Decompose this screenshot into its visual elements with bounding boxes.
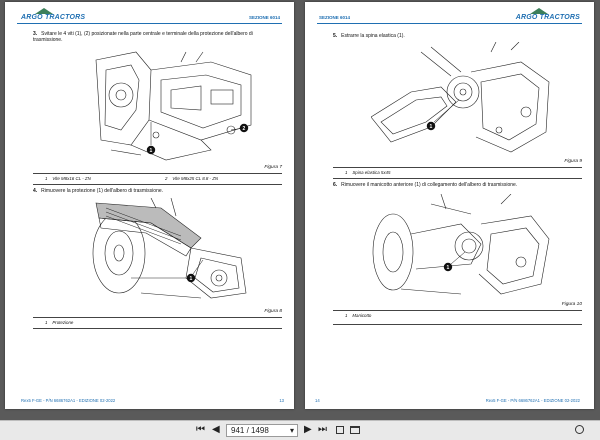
page-header: ARGO TRACTORS SEZIONE 6014 bbox=[17, 7, 282, 24]
section-label: SEZIONE 6014 bbox=[248, 15, 280, 20]
document-page-left: ARGO TRACTORS SEZIONE 6014 3. Svitare le … bbox=[5, 2, 294, 409]
figure-10-caption: Figura 10 bbox=[561, 302, 582, 307]
figure-9-illustration: 1 bbox=[371, 42, 551, 160]
divider bbox=[33, 328, 282, 329]
divider bbox=[33, 184, 282, 185]
section-label: SEZIONE 6014 bbox=[319, 15, 351, 20]
fit-page-icon[interactable] bbox=[336, 426, 344, 434]
document-page-right: SEZIONE 6014 ARGO TRACTORS 5. Estrarre la… bbox=[305, 2, 594, 409]
step-4: 4. Rimuovere la protezione (1) dell'alber… bbox=[33, 188, 283, 194]
callout-1: 1 bbox=[150, 148, 153, 154]
legend-item: 1 Spina elastica 5x45 bbox=[345, 170, 391, 175]
argo-logo: ARGO TRACTORS bbox=[516, 8, 580, 21]
previous-page-icon[interactable]: ◀ bbox=[212, 424, 220, 436]
sleeve-drawing: 1 bbox=[372, 194, 550, 295]
figure-7-caption: Figura 7 bbox=[264, 165, 282, 170]
legend-item: 1 Manicotto bbox=[345, 313, 372, 318]
driveshaft-guard-drawing: 1 bbox=[92, 198, 247, 299]
zoom-icon[interactable] bbox=[575, 425, 584, 434]
step-text: Rimuovere il manicotto anteriore (1) di … bbox=[341, 182, 518, 188]
legend-item: 1 Vite M8x16 CL - ZN bbox=[45, 176, 91, 181]
step-text: Svitare le 4 viti (1), (2) posizionate n… bbox=[33, 31, 253, 44]
page-number: 14 bbox=[315, 398, 320, 403]
callout-2: 2 bbox=[243, 126, 246, 132]
page-number: 13 bbox=[279, 398, 284, 403]
step-6: 6. Rimuovere il manicotto anteriore (1) d… bbox=[333, 182, 583, 188]
divider bbox=[333, 167, 582, 168]
divider bbox=[33, 317, 282, 318]
page-number-field[interactable]: 941 / 1498 ▾ bbox=[226, 424, 298, 437]
figure-10-illustration: 1 bbox=[371, 194, 551, 302]
fit-width-icon[interactable] bbox=[350, 426, 360, 434]
logo-text: ARGO TRACTORS bbox=[515, 14, 580, 21]
page-indicator: 941 / 1498 bbox=[231, 426, 269, 435]
divider bbox=[333, 310, 582, 311]
figure-8-illustration: 1 bbox=[91, 198, 251, 304]
step-number: 3. bbox=[33, 31, 38, 37]
page-header: SEZIONE 6014 ARGO TRACTORS bbox=[317, 7, 582, 24]
callout-1: 1 bbox=[447, 265, 450, 271]
divider bbox=[33, 173, 282, 174]
engine-drawing: 1 2 bbox=[95, 51, 252, 161]
logo-text: ARGO TRACTORS bbox=[21, 14, 86, 21]
step-5: 5. Estrarre la spina elastica (1). bbox=[333, 33, 583, 39]
next-page-icon[interactable]: ▶ bbox=[304, 424, 312, 436]
figure-8-caption: Figura 8 bbox=[264, 309, 282, 314]
pdf-toolbar: ⏮ ◀ 941 / 1498 ▾ ▶ ⏭ bbox=[0, 420, 600, 440]
legend-item: 2 Vite M8x25 CL 8.8 - ZN bbox=[165, 176, 219, 181]
step-text: Rimuovere la protezione (1) dell'albero … bbox=[41, 188, 164, 194]
first-page-icon[interactable]: ⏮ bbox=[196, 424, 205, 436]
figure-9-caption: Figura 9 bbox=[564, 159, 582, 164]
step-number: 5. bbox=[333, 33, 338, 39]
page-footer: Rex5 F-GE - P/N 6686762A1 - EDIZIONE 02-… bbox=[485, 398, 580, 403]
axle-drawing: 1 bbox=[371, 42, 550, 153]
figure-7-illustration: 1 2 bbox=[91, 50, 256, 165]
chevron-down-icon[interactable]: ▾ bbox=[290, 425, 294, 436]
divider bbox=[333, 178, 582, 179]
page-footer: Rex5 F-GE - P/N 6686762A1 - EDIZIONE 02-… bbox=[21, 398, 116, 403]
step-number: 4. bbox=[33, 188, 38, 194]
callout-1: 1 bbox=[190, 276, 193, 282]
step-text: Estrarre la spina elastica (1). bbox=[341, 33, 405, 39]
callout-1: 1 bbox=[430, 124, 433, 130]
argo-logo: ARGO TRACTORS bbox=[21, 8, 85, 21]
step-number: 6. bbox=[333, 182, 338, 188]
legend-item: 1 Protezione bbox=[45, 320, 74, 325]
last-page-icon[interactable]: ⏭ bbox=[318, 424, 327, 436]
step-3: 3. Svitare le 4 viti (1), (2) posizionate… bbox=[33, 31, 283, 44]
divider bbox=[333, 324, 582, 325]
